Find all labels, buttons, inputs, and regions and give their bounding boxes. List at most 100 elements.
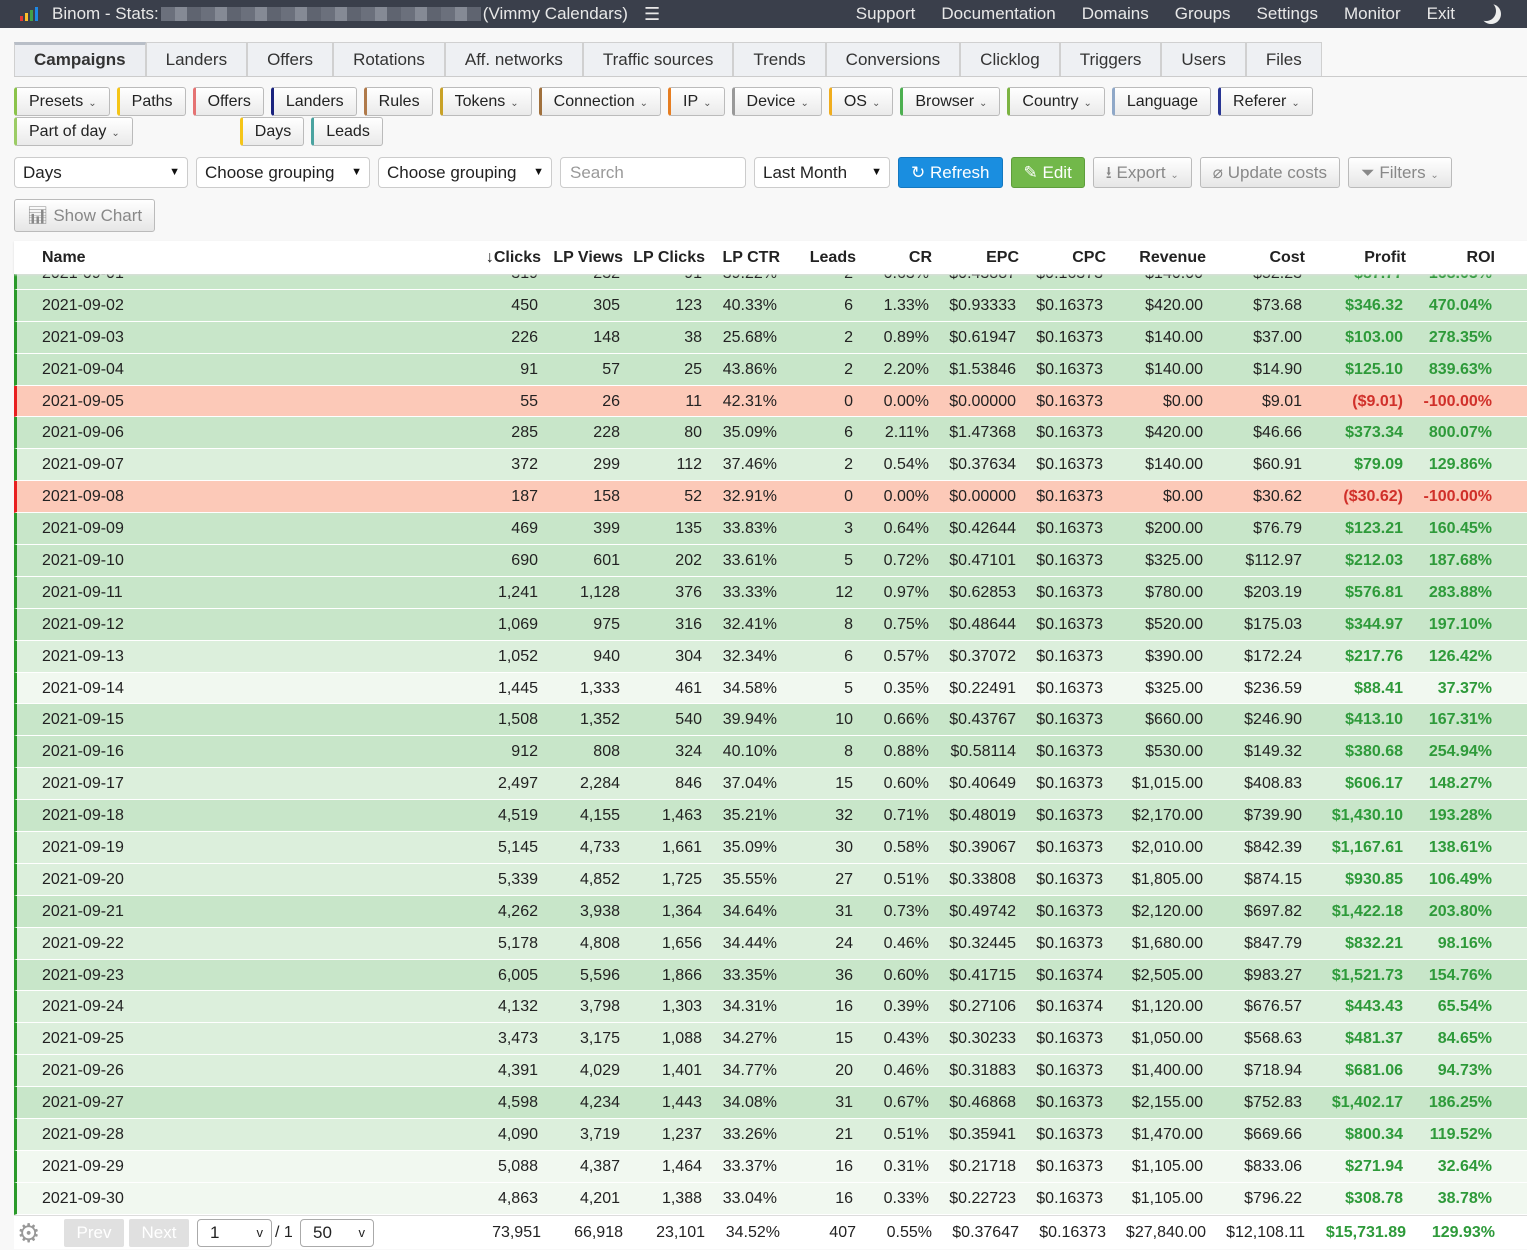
column-header-clicks[interactable]: ↓Clicks	[486, 241, 541, 274]
table-row[interactable]: 2021-09-13 1,052 940 304 32.34% 6 0.57% $0.3707…	[14, 640, 1527, 673]
table-row[interactable]: 2021-09-19 5,145 4,733 1,661 35.09% 30 0.58% $0…	[14, 832, 1527, 864]
tab-trends[interactable]: Trends	[733, 42, 826, 76]
refresh-button[interactable]: ↻ Refresh	[898, 157, 1003, 188]
nav-exit[interactable]: Exit	[1427, 4, 1455, 24]
filter-presets[interactable]: Presets ⌄	[14, 87, 110, 116]
list-icon[interactable]: ☰	[644, 4, 660, 25]
table-row[interactable]: 2021-09-03 226 148 38 25.68% 2 0.89% $0.61947 $0…	[14, 321, 1527, 354]
nav-monitor[interactable]: Monitor	[1344, 4, 1401, 24]
filter-days[interactable]: Days	[239, 117, 305, 146]
tab-landers[interactable]: Landers	[145, 42, 248, 76]
edit-button[interactable]: ✎ Edit	[1010, 157, 1085, 188]
tab-rotations[interactable]: Rotations	[333, 42, 445, 76]
table-row[interactable]: 2021-09-25 3,473 3,175 1,088 34.27% 15 0.43% $0…	[14, 1023, 1527, 1056]
table-row[interactable]: 2021-09-20 5,339 4,852 1,725 35.55% 27 0.51% $0…	[14, 863, 1527, 896]
table-row[interactable]: 2021-09-06 285 228 80 35.09% 6 2.11% $1.47368 $0…	[14, 417, 1527, 450]
table-row[interactable]: 2021-09-02 450 305 123 40.33% 6 1.33% $0.93333 $…	[14, 289, 1527, 322]
column-header-cr[interactable]: CR	[909, 241, 932, 274]
grouping-select-2[interactable]: Choose grouping	[196, 157, 370, 188]
filter-leads[interactable]: Leads	[311, 117, 383, 146]
table-row[interactable]: 2021-09-01 319 232 91 39.22% 2 0.63% $0.43887 $0…	[14, 274, 1527, 290]
row-name: 2021-09-14	[42, 679, 124, 697]
tab-traffic-sources[interactable]: Traffic sources	[582, 42, 734, 76]
tab-offers[interactable]: Offers	[247, 42, 334, 76]
column-header-profit[interactable]: Profit	[1364, 241, 1406, 274]
filter-device[interactable]: Device ⌄	[731, 87, 822, 116]
search-input[interactable]: Search	[560, 157, 746, 188]
table-row[interactable]: 2021-09-08 187 158 52 32.91% 0 0.00% $0.00000 $0…	[14, 481, 1527, 514]
filter-browser[interactable]: Browser ⌄	[900, 87, 1001, 116]
table-row[interactable]: 2021-09-04 91 57 25 43.86% 2 2.20% $1.53846 $0.1…	[14, 353, 1527, 386]
column-header-roi[interactable]: ROI	[1467, 241, 1495, 274]
table-row[interactable]: 2021-09-23 6,005 5,596 1,866 33.35% 36 0.60% $0…	[14, 959, 1527, 992]
table-row[interactable]: 2021-09-26 4,391 4,029 1,401 34.77% 20 0.46% $0…	[14, 1055, 1527, 1088]
period-select[interactable]: Last Month	[754, 157, 890, 188]
tab-campaigns[interactable]: Campaigns	[14, 42, 146, 76]
table-row[interactable]: 2021-09-27 4,598 4,234 1,443 34.08% 31 0.67% $0…	[14, 1087, 1527, 1120]
prev-page-button[interactable]: Prev	[64, 1219, 124, 1247]
page-select[interactable]: 1	[197, 1219, 272, 1247]
table-row[interactable]: 2021-09-09 469 399 135 33.83% 3 0.64% $0.42644 $…	[14, 513, 1527, 546]
table-body[interactable]: 2021-09-013192329139.22%20.63%$0.43887$0…	[14, 274, 1527, 1215]
filter-part-of-day[interactable]: Part of day ⌄	[14, 117, 133, 146]
table-row[interactable]: 2021-09-28 4,090 3,719 1,237 33.26% 21 0.51% $0…	[14, 1119, 1527, 1151]
column-header-name[interactable]: Name	[42, 241, 86, 274]
table-row[interactable]: 2021-09-16 912 808 324 40.10% 8 0.88% $0.58114 $…	[14, 736, 1527, 769]
export-button[interactable]: ⭳ Export ⌄	[1092, 157, 1192, 188]
per-page-select[interactable]: 50	[300, 1219, 374, 1247]
update-costs-button[interactable]: ⌀ Update costs	[1199, 157, 1340, 188]
filter-language[interactable]: Language	[1111, 87, 1212, 116]
night-mode-moon-icon[interactable]	[1481, 4, 1501, 24]
table-row[interactable]: 2021-09-18 4,519 4,155 1,463 35.21% 32 0.71% $0…	[14, 800, 1527, 833]
filter-referer[interactable]: Referer ⌄	[1218, 87, 1313, 116]
filter-tokens[interactable]: Tokens ⌄	[439, 87, 532, 116]
table-row[interactable]: 2021-09-22 5,178 4,808 1,656 34.44% 24 0.46% $0…	[14, 927, 1527, 960]
tab-conversions[interactable]: Conversions	[825, 42, 961, 76]
column-header-lp-ctr[interactable]: LP CTR	[723, 241, 780, 274]
filter-offers[interactable]: Offers	[192, 87, 264, 116]
table-row[interactable]: 2021-09-15 1,508 1,352 540 39.94% 10 0.66% $0.4…	[14, 704, 1527, 737]
nav-groups[interactable]: Groups	[1175, 4, 1231, 24]
column-header-revenue[interactable]: Revenue	[1139, 241, 1206, 274]
show-chart-button[interactable]: 📊︎ Show Chart	[14, 199, 156, 232]
nav-documentation[interactable]: Documentation	[941, 4, 1055, 24]
table-row[interactable]: 2021-09-11 1,241 1,128 376 33.33% 12 0.97% $0.6…	[14, 576, 1527, 609]
tab-aff-networks[interactable]: Aff. networks	[444, 42, 583, 76]
nav-support[interactable]: Support	[856, 4, 916, 24]
column-header-epc[interactable]: EPC	[986, 241, 1019, 274]
table-row[interactable]: 2021-09-12 1,069 975 316 32.41% 8 0.75% $0.4864…	[14, 608, 1527, 641]
column-header-cost[interactable]: Cost	[1269, 241, 1305, 274]
filter-os[interactable]: OS ⌄	[828, 87, 894, 116]
filter-paths[interactable]: Paths	[116, 87, 186, 116]
next-page-button[interactable]: Next	[129, 1219, 189, 1247]
table-row[interactable]: 2021-09-24 4,132 3,798 1,303 34.31% 16 0.39% $0…	[14, 991, 1527, 1024]
table-row[interactable]: 2021-09-07 372 299 112 37.46% 2 0.54% $0.37634 $…	[14, 449, 1527, 482]
grouping-select-1[interactable]: Days	[14, 157, 188, 188]
filter-rules[interactable]: Rules	[363, 87, 433, 116]
column-header-leads[interactable]: Leads	[810, 241, 856, 274]
column-header-lp-views[interactable]: LP Views	[553, 241, 623, 274]
nav-domains[interactable]: Domains	[1082, 4, 1149, 24]
column-header-lp-clicks[interactable]: LP Clicks	[633, 241, 705, 274]
table-row[interactable]: 2021-09-29 5,088 4,387 1,464 33.37% 16 0.31% $0…	[14, 1150, 1527, 1183]
table-row[interactable]: 2021-09-17 2,497 2,284 846 37.04% 15 0.60% $0.4…	[14, 768, 1527, 801]
download-icon: ⭳	[1105, 163, 1112, 182]
tab-clicklog[interactable]: Clicklog	[960, 42, 1060, 76]
table-row[interactable]: 2021-09-05 55 26 11 42.31% 0 0.00% $0.00000 $0.1…	[14, 385, 1527, 418]
filter-ip[interactable]: IP ⌄	[668, 87, 725, 116]
tab-users[interactable]: Users	[1161, 42, 1246, 76]
nav-settings[interactable]: Settings	[1257, 4, 1318, 24]
grouping-select-3[interactable]: Choose grouping	[378, 157, 552, 188]
table-row[interactable]: 2021-09-30 4,863 4,201 1,388 33.04% 16 0.33% $0…	[14, 1182, 1527, 1215]
filter-country[interactable]: Country ⌄	[1007, 87, 1105, 116]
filter-connection[interactable]: Connection ⌄	[538, 87, 662, 116]
tab-triggers[interactable]: Triggers	[1059, 42, 1162, 76]
table-row[interactable]: 2021-09-10 690 601 202 33.61% 5 0.72% $0.47101 $…	[14, 545, 1527, 577]
filters-button[interactable]: ⏷ Filters ⌄	[1347, 157, 1452, 188]
tab-files[interactable]: Files	[1245, 42, 1322, 76]
filter-landers[interactable]: Landers	[270, 87, 357, 116]
table-row[interactable]: 2021-09-14 1,445 1,333 461 34.58% 5 0.35% $0.22…	[14, 672, 1527, 705]
settings-gear-icon[interactable]: ⚙	[17, 1218, 40, 1249]
column-header-cpc[interactable]: CPC	[1072, 241, 1106, 274]
table-row[interactable]: 2021-09-21 4,262 3,938 1,364 34.64% 31 0.73% $0…	[14, 895, 1527, 928]
